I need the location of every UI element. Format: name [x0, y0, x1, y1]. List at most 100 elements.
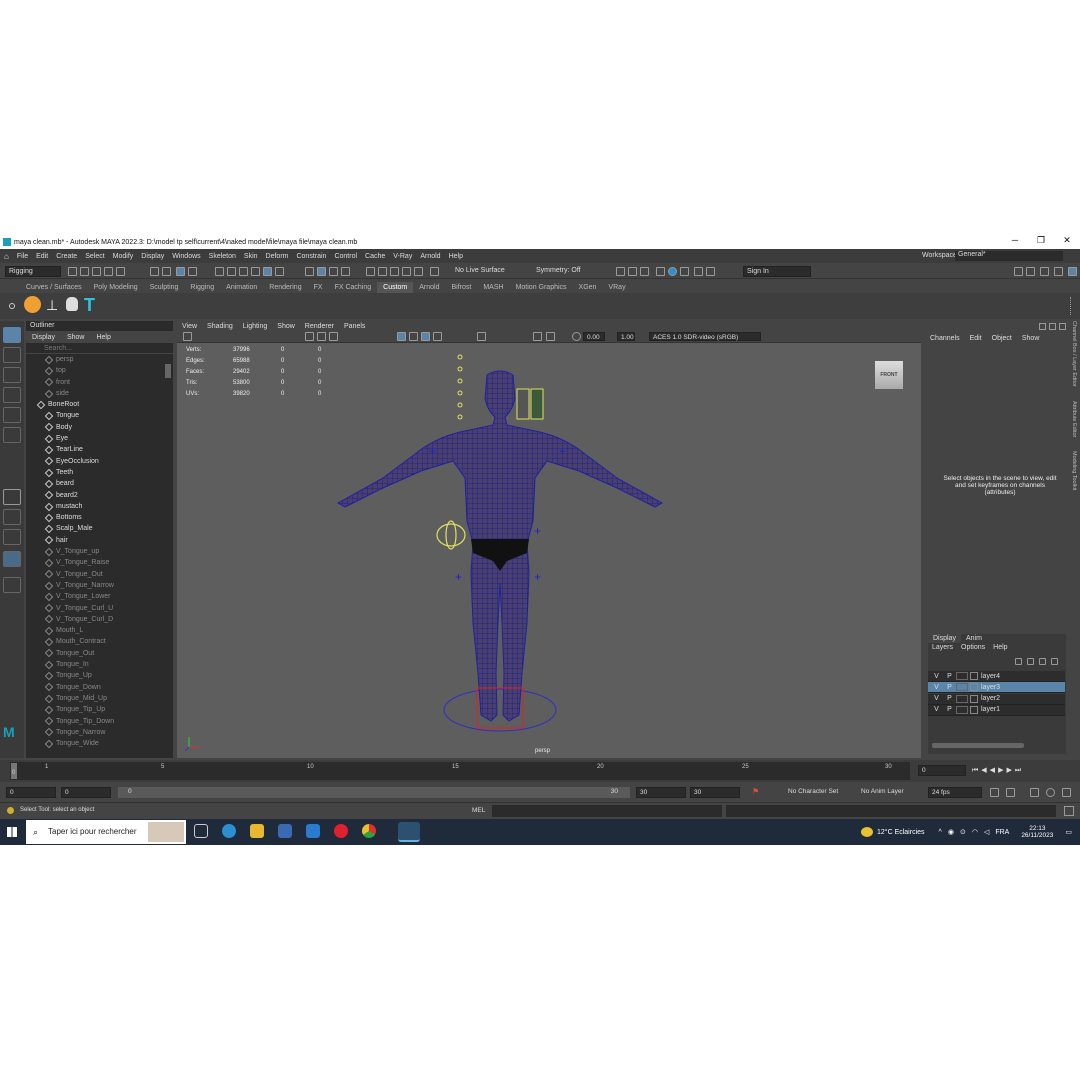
search-highlight-image[interactable]: [148, 822, 184, 842]
ipr-render-icon[interactable]: [390, 267, 399, 276]
outliner-item[interactable]: Mouth_Contract: [26, 636, 166, 647]
shelf-tab-motion-graphics[interactable]: Motion Graphics: [510, 282, 573, 293]
open-scene-icon[interactable]: [80, 267, 89, 276]
outliner-item[interactable]: TearLine: [26, 444, 166, 455]
shelf-tab-animation[interactable]: Animation: [220, 282, 263, 293]
outliner-item[interactable]: Tongue_Tip_Down: [26, 716, 166, 727]
time-slider-track[interactable]: [10, 762, 910, 780]
layer-type-toggle[interactable]: [956, 694, 968, 703]
current-frame-field[interactable]: 0: [918, 765, 966, 776]
outliner-item[interactable]: V_Tongue_Narrow: [26, 580, 166, 591]
render-settings-icon[interactable]: [402, 267, 411, 276]
rotate-tool-icon[interactable]: [3, 407, 21, 423]
viewport-menu-panels[interactable]: Panels: [339, 323, 370, 330]
fps-dropdown[interactable]: 24 fps: [928, 787, 982, 798]
sign-in-dropdown[interactable]: Sign In: [743, 266, 811, 277]
scene-start-field[interactable]: 0: [6, 787, 56, 798]
snap-surface-icon[interactable]: [263, 267, 272, 276]
layer-tab-display[interactable]: Display: [928, 634, 961, 643]
persp-outliner-icon[interactable]: [3, 551, 21, 567]
anim-end-field[interactable]: 30: [636, 787, 686, 798]
select-tool-icon[interactable]: [3, 327, 21, 343]
menu-deform[interactable]: Deform: [262, 253, 293, 260]
play-icon[interactable]: [694, 267, 703, 276]
select-by-type-icon[interactable]: [188, 267, 197, 276]
shelf-tab-mash[interactable]: MASH: [477, 282, 509, 293]
chrome-icon[interactable]: [362, 824, 376, 838]
outliner-item[interactable]: Tongue_In: [26, 659, 166, 670]
lasso-tool-icon[interactable]: [3, 347, 21, 363]
menu-select[interactable]: Select: [81, 253, 108, 260]
layer-row[interactable]: V Player1: [928, 704, 1065, 716]
layer-menu-options[interactable]: Options: [957, 644, 989, 651]
menu-control[interactable]: Control: [330, 253, 361, 260]
layer-playback-toggle[interactable]: P: [943, 706, 956, 713]
outliner-item[interactable]: Tongue_Mid_Up: [26, 693, 166, 704]
node-editor-icon[interactable]: [640, 267, 649, 276]
snap-curve-icon[interactable]: [227, 267, 236, 276]
construction-history-icon[interactable]: [305, 267, 314, 276]
anim-start-field[interactable]: 0: [61, 787, 111, 798]
outliner-item[interactable]: Scalp_Male: [26, 523, 166, 534]
close-button[interactable]: ✕: [1054, 235, 1080, 246]
safe-area-icon[interactable]: [546, 332, 555, 341]
select-object-icon[interactable]: [162, 267, 171, 276]
smooth-shade-icon[interactable]: [329, 332, 338, 341]
resolution-gate-icon[interactable]: [533, 332, 542, 341]
new-scene-icon[interactable]: [68, 267, 77, 276]
wireframe-on-shaded-icon[interactable]: [397, 332, 406, 341]
outliner-item[interactable]: mustach: [26, 501, 166, 512]
select-hierarchy-icon[interactable]: [150, 267, 159, 276]
minimize-button[interactable]: ─: [1002, 235, 1028, 246]
shelf-tab-poly-modeling[interactable]: Poly Modeling: [88, 282, 144, 293]
language-indicator[interactable]: FRA: [995, 829, 1009, 836]
outliner-item[interactable]: Teeth: [26, 467, 166, 478]
outliner-menu-display[interactable]: Display: [26, 334, 61, 341]
task-view-icon[interactable]: [194, 824, 208, 838]
side-tab-channel-box[interactable]: Channel Box / Layer Editor: [1071, 321, 1077, 387]
outliner-item[interactable]: Tongue_Narrow: [26, 727, 166, 738]
make-live-icon[interactable]: [275, 267, 284, 276]
playback-controls[interactable]: ⏮◀◀▶▶⏭: [972, 766, 1024, 775]
layer-tab-anim[interactable]: Anim: [961, 634, 987, 643]
weather-icon[interactable]: [860, 827, 873, 837]
channel-menu-edit[interactable]: Edit: [965, 335, 987, 342]
layer-type-toggle[interactable]: [956, 705, 968, 714]
scene-view[interactable]: + + + + +: [177, 343, 921, 758]
viewport-menu-renderer[interactable]: Renderer: [300, 323, 339, 330]
menu-arnold[interactable]: Arnold: [416, 253, 444, 260]
channel-menu-channels[interactable]: Channels: [925, 335, 965, 342]
layer-color-swatch[interactable]: [970, 672, 978, 680]
loop-icon[interactable]: [990, 788, 999, 797]
viewcube[interactable]: FRONT: [875, 361, 903, 389]
command-line-input[interactable]: [492, 805, 722, 817]
channel-menu-show[interactable]: Show: [1017, 335, 1045, 342]
outliner-item[interactable]: EyeOcclusion: [26, 456, 166, 467]
tray-chevron-icon[interactable]: ^: [939, 829, 942, 836]
wifi-icon[interactable]: ◠: [972, 828, 978, 836]
layer-visibility-toggle[interactable]: V: [930, 706, 943, 713]
symmetry-field[interactable]: Symmetry: Off: [533, 266, 591, 277]
range-slider-bar[interactable]: 0 30: [118, 787, 630, 798]
new-layer-icon[interactable]: [1039, 658, 1046, 665]
snap-grid-icon[interactable]: [215, 267, 224, 276]
xray-shade-icon[interactable]: [409, 332, 418, 341]
gamma-field[interactable]: 1.00: [617, 332, 635, 341]
channel-box-icon[interactable]: [1054, 267, 1063, 276]
channel-box-float-icon[interactable]: [1049, 323, 1056, 330]
save-scene-icon[interactable]: [92, 267, 101, 276]
volume-icon[interactable]: ◁: [984, 828, 989, 836]
layer-menu-layers[interactable]: Layers: [928, 644, 957, 651]
render-view-icon[interactable]: [430, 267, 439, 276]
scale-tool-icon[interactable]: [3, 427, 21, 443]
maximize-button[interactable]: ❐: [1028, 235, 1054, 246]
anim-layer-field[interactable]: No Anim Layer: [861, 788, 904, 795]
outliner-item[interactable]: beard: [26, 478, 166, 489]
menu-skin[interactable]: Skin: [240, 253, 262, 260]
outliner-item[interactable]: Tongue_Up: [26, 670, 166, 681]
layer-visibility-toggle[interactable]: V: [930, 673, 943, 680]
menu-display[interactable]: Display: [137, 253, 168, 260]
paint-select-icon[interactable]: [3, 367, 21, 383]
textured-icon[interactable]: [421, 332, 430, 341]
lock-icon[interactable]: [329, 267, 338, 276]
